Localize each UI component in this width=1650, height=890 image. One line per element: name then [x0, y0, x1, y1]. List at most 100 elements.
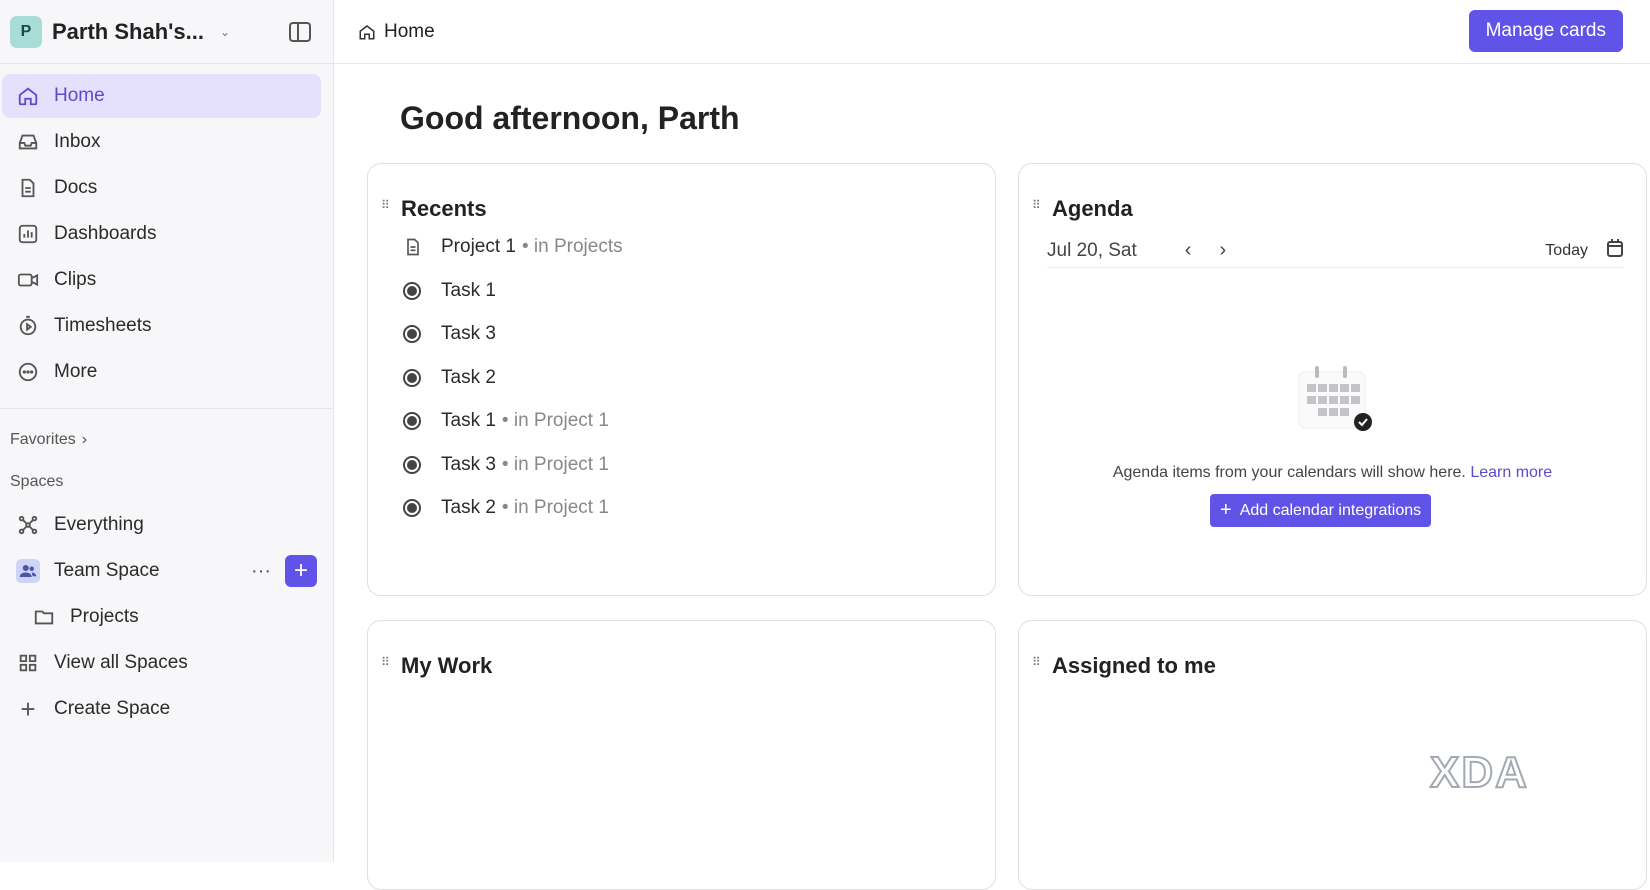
- recent-item-location: • in Project 1: [501, 453, 609, 475]
- agenda-date-bar: Jul 20, Sat ‹ › Today: [1047, 234, 1624, 268]
- sidebar-item-projects[interactable]: Projects: [2, 595, 321, 639]
- agenda-card: ⠿ Agenda Jul 20, Sat ‹ › Today Agenda it…: [1018, 163, 1647, 596]
- sidebar-item-create-space[interactable]: + Create Space: [2, 687, 321, 731]
- drag-handle-icon[interactable]: ⠿: [1032, 199, 1041, 211]
- chevron-down-icon[interactable]: ⌄: [220, 25, 230, 39]
- recents-card: ⠿ Recents Project 1 • in Projects Task 1 Ta…: [367, 163, 996, 596]
- recent-item[interactable]: Task 3 • in Project 1: [403, 454, 609, 476]
- recent-item[interactable]: Task 1: [403, 280, 496, 302]
- card-title: My Work: [401, 653, 493, 678]
- workspace-switcher[interactable]: P Parth Shah's... ⌄: [0, 0, 333, 64]
- sidebar-item-clips[interactable]: Clips: [2, 258, 321, 302]
- sidebar-item-inbox[interactable]: Inbox: [2, 120, 321, 164]
- spaces-header: Spaces: [0, 449, 333, 491]
- today-button[interactable]: Today: [1545, 242, 1588, 260]
- plus-icon: +: [1220, 499, 1232, 521]
- learn-more-link[interactable]: Learn more: [1470, 464, 1552, 481]
- sidebar-item-label: Projects: [70, 606, 139, 627]
- spaces-label: Spaces: [10, 473, 64, 490]
- everything-icon: [16, 513, 40, 537]
- card-title: Agenda: [1052, 196, 1133, 221]
- recent-item-location: • in Projects: [521, 236, 623, 257]
- workspace-avatar: P: [10, 15, 42, 48]
- empty-message: Agenda items from your calendars will sh…: [1112, 464, 1466, 481]
- sidebar-item-team-space[interactable]: Team Space ··· +: [2, 549, 321, 593]
- sidebar-item-label: Timesheets: [54, 315, 152, 336]
- chevron-right-icon: ›: [81, 431, 88, 448]
- recent-item[interactable]: Task 1 • in Project 1: [403, 410, 609, 432]
- task-status-icon: [403, 455, 421, 474]
- home-icon: [358, 23, 376, 41]
- recent-item[interactable]: Task 2: [403, 367, 496, 389]
- add-calendar-integrations-button[interactable]: + Add calendar integrations: [1210, 494, 1432, 527]
- plus-icon: +: [20, 693, 36, 724]
- recent-item-name: Task 3: [441, 323, 496, 344]
- recent-item[interactable]: Task 2 • in Project 1: [403, 497, 609, 519]
- agenda-empty-text: Agenda items from your calendars will sh…: [1019, 464, 1646, 482]
- sidebar-item-view-all-spaces[interactable]: View all Spaces: [2, 641, 321, 685]
- timer-icon: [16, 314, 40, 338]
- sidebar-item-label: Team Space: [54, 560, 160, 581]
- doc-icon: [403, 237, 423, 257]
- favorites-header[interactable]: Favorites ›: [0, 409, 333, 449]
- chevron-left-icon[interactable]: ‹: [1185, 239, 1192, 262]
- sidebar-item-label: Everything: [54, 514, 144, 535]
- sidebar-toggle-icon[interactable]: [289, 21, 311, 42]
- sidebar-item-label: Create Space: [54, 698, 171, 719]
- team-icon: [16, 559, 40, 583]
- task-status-icon: [403, 281, 421, 300]
- task-status-icon: [403, 499, 421, 517]
- assigned-card: ⠿ Assigned to me: [1018, 620, 1647, 890]
- sidebar-item-dashboards[interactable]: Dashboards: [2, 212, 321, 256]
- recent-item[interactable]: Project 1 • in Projects: [403, 236, 623, 258]
- calendar-icon[interactable]: [1606, 238, 1624, 264]
- task-status-icon: [403, 368, 421, 387]
- doc-icon: [16, 176, 40, 200]
- card-title: Assigned to me: [1052, 653, 1216, 678]
- more-icon: [16, 360, 40, 384]
- breadcrumb-home[interactable]: Home: [384, 21, 435, 43]
- sidebar-item-docs[interactable]: Docs: [2, 166, 321, 210]
- sidebar-item-label: View all Spaces: [54, 652, 188, 673]
- chevron-right-icon[interactable]: ›: [1219, 239, 1226, 262]
- more-options-icon[interactable]: ···: [251, 560, 271, 583]
- card-title: Recents: [401, 196, 487, 221]
- xda-watermark-logo: XDA: [1429, 747, 1529, 798]
- sidebar-item-label: Dashboards: [54, 223, 157, 244]
- recent-item-name: Task 1: [441, 279, 496, 301]
- sidebar-item-everything[interactable]: Everything: [2, 503, 321, 547]
- drag-handle-icon[interactable]: ⠿: [381, 199, 390, 211]
- favorites-label: Favorites: [10, 431, 76, 448]
- recent-item[interactable]: Task 3: [403, 323, 496, 345]
- inbox-icon: [16, 130, 40, 154]
- dashboard-icon: [16, 222, 40, 246]
- workspace-name[interactable]: Parth Shah's...: [52, 19, 204, 45]
- recent-item-location: • in Project 1: [501, 497, 609, 518]
- sidebar-item-label: Home: [54, 85, 105, 106]
- main-content: Home Manage cards Good afternoon, Parth …: [334, 0, 1650, 890]
- sidebar-item-more[interactable]: More: [2, 350, 321, 394]
- breadcrumb: Home: [334, 0, 1650, 64]
- my-work-card: ⠿ My Work: [367, 620, 996, 890]
- agenda-date: Jul 20, Sat: [1047, 239, 1137, 261]
- sidebar-item-label: More: [54, 361, 98, 382]
- sidebar-item-label: Docs: [54, 177, 98, 198]
- sidebar-item-timesheets[interactable]: Timesheets: [2, 304, 321, 348]
- task-status-icon: [403, 412, 421, 430]
- recent-item-name: Task 2: [441, 366, 496, 388]
- recent-item-name: Task 3: [441, 453, 496, 475]
- calendar-illustration-icon: [1297, 364, 1373, 441]
- video-icon: [16, 268, 40, 292]
- home-icon: [16, 84, 40, 108]
- drag-handle-icon[interactable]: ⠿: [381, 656, 390, 668]
- sidebar-item-home[interactable]: Home: [2, 74, 321, 118]
- folder-icon: [32, 605, 56, 629]
- manage-cards-button[interactable]: Manage cards: [1468, 10, 1623, 52]
- add-to-space-button[interactable]: +: [285, 555, 317, 587]
- grid-icon: [16, 651, 40, 675]
- sidebar-item-label: Inbox: [54, 131, 101, 152]
- sidebar-item-label: Clips: [54, 269, 97, 290]
- drag-handle-icon[interactable]: ⠿: [1032, 656, 1041, 668]
- recent-item-location: • in Project 1: [501, 410, 609, 431]
- task-status-icon: [403, 325, 421, 343]
